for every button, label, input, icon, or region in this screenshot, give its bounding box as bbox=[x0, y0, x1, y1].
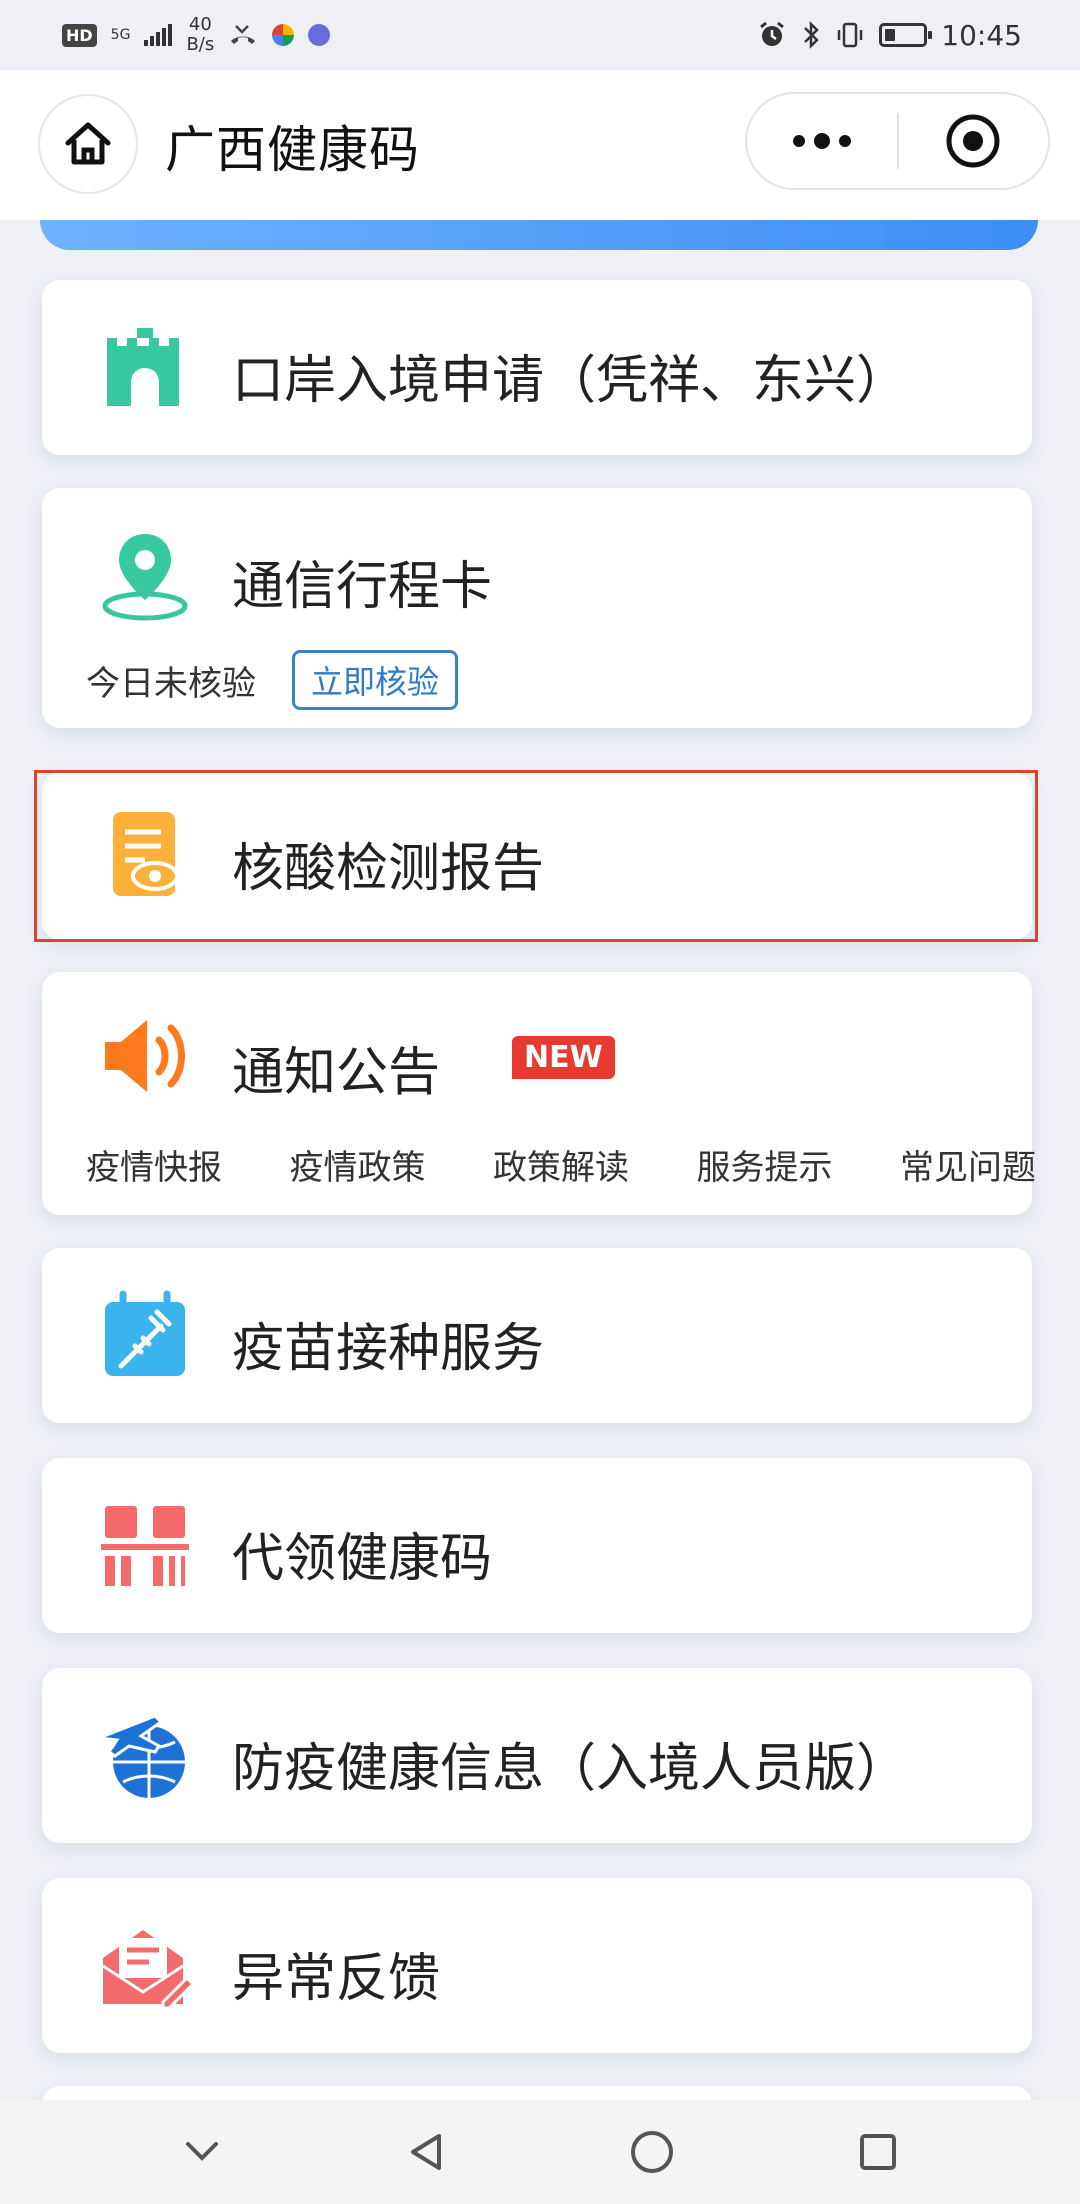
signal-icon bbox=[144, 24, 173, 46]
service-card-notices[interactable]: 通知公告 NEW 疫情快报 疫情政策 政策解读 服务提示 常见问题 bbox=[42, 972, 1036, 1215]
miniprogram-capsule bbox=[745, 92, 1050, 190]
service-card-port-entry[interactable]: 口岸入境申请（凭祥、东兴） bbox=[42, 280, 1032, 455]
verify-status-text: 今日未核验 bbox=[86, 664, 256, 704]
vaccine-calendar-icon bbox=[105, 1290, 185, 1376]
feedback-envelope-icon bbox=[102, 1930, 193, 2010]
service-card-proxy-health-code[interactable]: 代领健康码 bbox=[42, 1458, 1032, 1633]
hd-badge: HD bbox=[62, 23, 97, 47]
missed-call-icon bbox=[231, 25, 256, 44]
notice-item-epidemic-news[interactable]: 疫情快报 bbox=[86, 1140, 222, 1189]
back-icon[interactable] bbox=[405, 2130, 449, 2174]
notice-item-service-tips[interactable]: 服务提示 bbox=[697, 1140, 833, 1189]
notice-item-faq[interactable]: 常见问题 bbox=[900, 1140, 1036, 1189]
system-navigation-bar bbox=[0, 2100, 1080, 2204]
clock: 10:45 bbox=[941, 18, 1022, 52]
card-label: 通知公告 bbox=[232, 1043, 441, 1103]
qr-code-icon bbox=[101, 1506, 189, 1586]
gate-icon bbox=[107, 328, 179, 406]
selection-highlight bbox=[34, 770, 1038, 942]
notice-categories: 疫情快报 疫情政策 政策解读 服务提示 常见问题 bbox=[86, 1140, 1036, 1189]
service-card-abnormal-feedback[interactable]: 异常反馈 bbox=[42, 1878, 1032, 2053]
close-target-icon bbox=[946, 114, 1000, 168]
card-label: 防疫健康信息（入境人员版） bbox=[232, 1739, 909, 1799]
card-label: 代领健康码 bbox=[232, 1529, 493, 1589]
banner-bottom-edge bbox=[40, 220, 1038, 250]
bluetooth-icon bbox=[804, 20, 820, 50]
card-label: 疫苗接种服务 bbox=[232, 1319, 545, 1379]
battery-icon bbox=[879, 23, 933, 47]
status-bar: HD 5G 40 B/s 10:45 bbox=[0, 0, 1080, 70]
card-label: 口岸入境申请（凭祥、东兴） bbox=[232, 351, 909, 411]
speed-value: 40 bbox=[188, 14, 212, 35]
card-label: 异常反馈 bbox=[232, 1949, 441, 2009]
more-icon bbox=[792, 133, 851, 149]
notice-item-epidemic-policy[interactable]: 疫情政策 bbox=[290, 1140, 426, 1189]
service-card-travel-card[interactable]: 通信行程卡 今日未核验 立即核验 bbox=[42, 488, 1032, 728]
more-button[interactable] bbox=[747, 94, 897, 188]
status-right: 10:45 bbox=[757, 19, 1022, 52]
app-notification-icon bbox=[272, 24, 295, 46]
network-type: 5G bbox=[110, 27, 131, 43]
home-circle-icon[interactable] bbox=[629, 2129, 675, 2175]
page-title: 广西健康码 bbox=[165, 121, 420, 179]
nav-bar: 广西健康码 bbox=[0, 70, 1080, 220]
chevron-down-icon[interactable] bbox=[180, 2130, 224, 2174]
recents-icon[interactable] bbox=[856, 2130, 900, 2174]
status-left: HD 5G 40 B/s bbox=[62, 15, 331, 55]
network-speed: 40 B/s bbox=[186, 15, 214, 55]
home-button[interactable] bbox=[38, 94, 138, 194]
service-card-inbound-health-info[interactable]: 防疫健康信息（入境人员版） bbox=[42, 1668, 1032, 1843]
service-card-vaccination[interactable]: 疫苗接种服务 bbox=[42, 1248, 1032, 1423]
notice-item-policy-interpretation[interactable]: 政策解读 bbox=[493, 1140, 629, 1189]
vibrate-icon bbox=[838, 22, 863, 48]
service-list: 口岸入境申请（凭祥、东兴） 通信行程卡 今日未核验 立即核验 核酸检测报告 通知… bbox=[0, 220, 1080, 2100]
alarm-icon bbox=[760, 21, 785, 46]
speaker-icon bbox=[105, 1020, 185, 1092]
service-card-partial bbox=[42, 2086, 1032, 2100]
location-pin-icon bbox=[102, 534, 188, 621]
home-icon bbox=[65, 122, 111, 165]
close-button[interactable] bbox=[899, 94, 1049, 188]
plane-globe-icon bbox=[98, 1714, 185, 1798]
new-badge: NEW bbox=[512, 1036, 615, 1079]
verify-now-button[interactable]: 立即核验 bbox=[292, 650, 459, 710]
speed-unit: B/s bbox=[186, 34, 215, 55]
music-app-icon bbox=[308, 24, 331, 46]
card-label: 通信行程卡 bbox=[232, 557, 493, 617]
